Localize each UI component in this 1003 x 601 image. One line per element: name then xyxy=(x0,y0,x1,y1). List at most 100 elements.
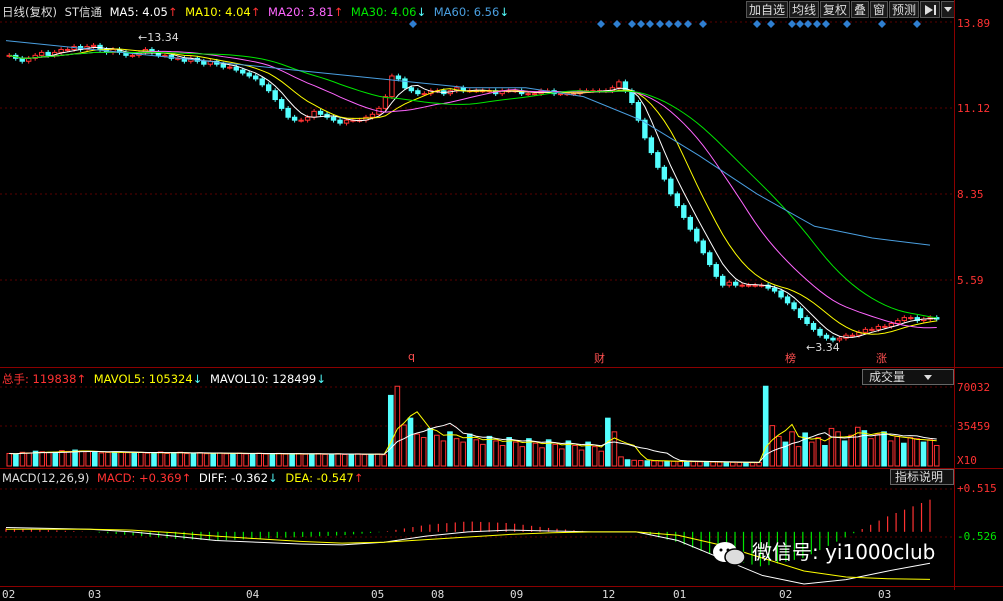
candle xyxy=(227,66,233,69)
candle xyxy=(797,308,804,319)
volume-bar xyxy=(427,427,434,467)
candle xyxy=(220,63,226,68)
volume-bar xyxy=(736,461,743,467)
volume-bar xyxy=(414,433,420,467)
volume-bar xyxy=(795,446,802,467)
candle xyxy=(668,178,674,195)
candle xyxy=(253,75,259,80)
macd-name: MACD(12,26,9) xyxy=(2,471,90,485)
volume-bar xyxy=(887,440,894,467)
volume-bar xyxy=(197,452,203,467)
candle xyxy=(823,334,830,339)
candle xyxy=(240,69,246,74)
macd-arrow: ↑ xyxy=(181,471,192,485)
volume-bar xyxy=(703,461,710,467)
volume-selector[interactable]: 成交量 xyxy=(862,369,954,385)
price-tick-2: 11.12 xyxy=(957,102,991,115)
candle xyxy=(525,93,531,96)
volume-bar xyxy=(105,451,111,467)
info-diamond-icon xyxy=(822,20,830,28)
mavol5-label: MAVOL5: 105324 xyxy=(93,372,193,386)
volume-bar xyxy=(144,452,151,467)
info-diamond-icon xyxy=(665,20,673,28)
volume-bar xyxy=(519,446,526,467)
info-diamond-icon xyxy=(646,20,654,28)
volume-bar xyxy=(85,451,92,467)
volume-bar xyxy=(572,445,578,467)
diff-arrow: ↓ xyxy=(268,471,278,485)
volume-bar xyxy=(203,453,210,467)
candle xyxy=(700,240,706,254)
info-diamond-icon xyxy=(628,20,636,28)
volume-bar xyxy=(591,446,598,467)
volume-unit: X10 xyxy=(957,454,977,467)
info-diamond-icon xyxy=(684,20,692,28)
candle xyxy=(369,113,376,118)
volume-bar xyxy=(493,440,499,467)
volume-bar xyxy=(190,452,197,467)
candle xyxy=(233,66,239,71)
volume-bar xyxy=(52,451,59,467)
indicator-help-button[interactable]: 指标说明 xyxy=(890,469,954,485)
candle xyxy=(389,75,395,98)
dea-value: DEA: -0.547 xyxy=(285,471,354,485)
info-diamond-icon xyxy=(409,20,417,28)
candle xyxy=(129,54,136,57)
macd-value: MACD: +0.369 xyxy=(97,471,182,485)
volume-bar xyxy=(32,450,39,467)
volume-bar xyxy=(486,435,493,467)
volume-bar xyxy=(480,443,486,467)
volume-bar xyxy=(828,427,835,467)
event-marker-finance[interactable]: 财 xyxy=(594,350,605,366)
candle xyxy=(304,116,311,121)
volume-bar xyxy=(749,462,756,467)
volume-bar xyxy=(808,441,815,467)
volume-bar xyxy=(460,441,466,467)
candle xyxy=(830,337,836,341)
volume-bar xyxy=(894,435,901,467)
volume-bar xyxy=(328,453,335,467)
date-label-5: 08 xyxy=(431,588,445,601)
volume-bar xyxy=(19,451,26,467)
volume-bar xyxy=(933,445,940,467)
candle xyxy=(90,44,97,48)
volume-bar xyxy=(223,453,230,467)
volume-bar xyxy=(59,450,65,467)
chevron-down-icon xyxy=(924,375,932,380)
volume-bar xyxy=(230,452,236,467)
event-marker-q[interactable]: q xyxy=(408,350,415,363)
info-diamond-icon xyxy=(804,20,812,28)
volume-bar xyxy=(776,435,782,467)
candle xyxy=(246,72,252,77)
volume-bar xyxy=(236,452,243,467)
volume-bar xyxy=(322,453,328,467)
volume-bar xyxy=(624,459,631,467)
volume-bar xyxy=(868,438,874,467)
volume-tick-2: 35459 xyxy=(957,420,991,433)
volume-bar xyxy=(506,437,512,467)
volume-bar xyxy=(78,450,85,467)
watermark-text: 微信号: yi1000club xyxy=(752,540,936,564)
candle xyxy=(707,252,713,266)
price-tick-4: 5.59 xyxy=(957,274,984,287)
candle xyxy=(38,51,45,56)
date-label-2: 03 xyxy=(88,588,102,601)
candle xyxy=(713,264,719,277)
volume-bar xyxy=(374,453,381,467)
volume-bar xyxy=(453,438,460,467)
event-marker-limit-up[interactable]: 涨 xyxy=(876,350,887,366)
event-marker-list[interactable]: 榜 xyxy=(785,350,796,366)
volume-bar xyxy=(611,431,618,467)
volume-bar xyxy=(512,441,519,467)
candle xyxy=(720,275,726,286)
date-label-1: 02 xyxy=(2,588,16,601)
volume-bar xyxy=(631,459,637,467)
candle xyxy=(771,287,778,292)
volume-bar xyxy=(907,437,914,467)
low-annotation: ←3.34 xyxy=(806,341,840,354)
volume-bar xyxy=(302,453,309,467)
volume-bar xyxy=(368,453,374,467)
candle xyxy=(836,337,843,341)
volume-bar xyxy=(552,443,559,467)
volume-bar xyxy=(927,439,933,467)
